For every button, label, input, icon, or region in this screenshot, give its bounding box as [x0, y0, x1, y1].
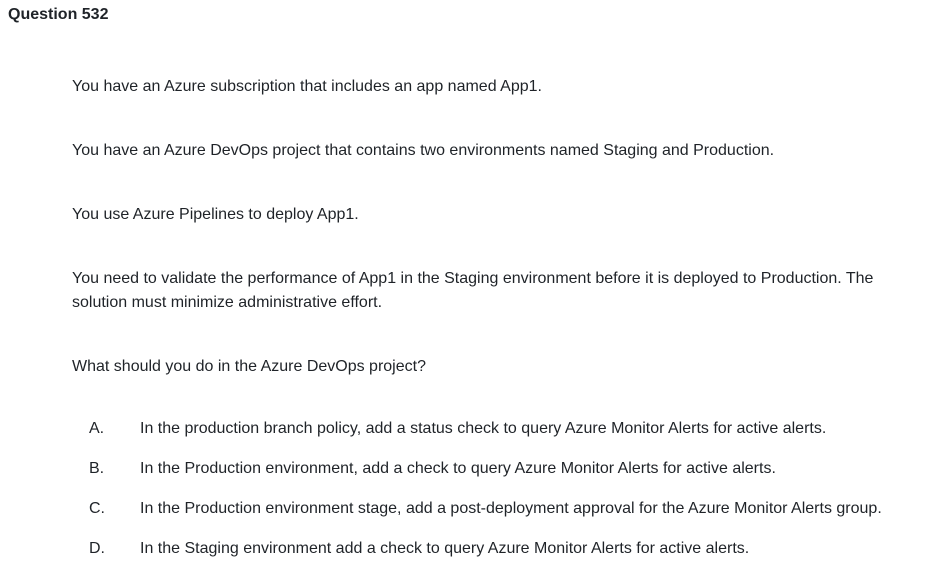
question-paragraph: You have an Azure subscription that incl…	[72, 78, 542, 95]
option-letter: A.	[89, 420, 105, 437]
answer-option-a[interactable]: A. In the production branch policy, add …	[72, 417, 930, 441]
option-text: In the Staging environment add a check t…	[140, 540, 750, 557]
option-text: In the Production environment, add a che…	[140, 460, 776, 477]
option-text: In the production branch policy, add a s…	[140, 420, 827, 437]
question-page: Question 532 You have an Azure subscript…	[0, 0, 930, 570]
answer-option-b[interactable]: B. In the Production environment, add a …	[72, 457, 930, 481]
question-title: Question 532	[8, 6, 109, 23]
question-paragraph: You have an Azure DevOps project that co…	[72, 142, 775, 159]
option-letter: B.	[89, 460, 105, 477]
option-text: In the Production environment stage, add…	[140, 500, 882, 517]
answer-option-c[interactable]: C. In the Production environment stage, …	[72, 497, 930, 521]
question-prompt: What should you do in the Azure DevOps p…	[72, 358, 426, 375]
question-paragraph: You need to validate the performance of …	[72, 270, 874, 311]
answer-option-d[interactable]: D. In the Staging environment add a chec…	[72, 537, 930, 561]
question-paragraph: You use Azure Pipelines to deploy App1.	[72, 206, 359, 223]
option-letter: D.	[89, 540, 105, 557]
option-letter: C.	[89, 500, 105, 517]
